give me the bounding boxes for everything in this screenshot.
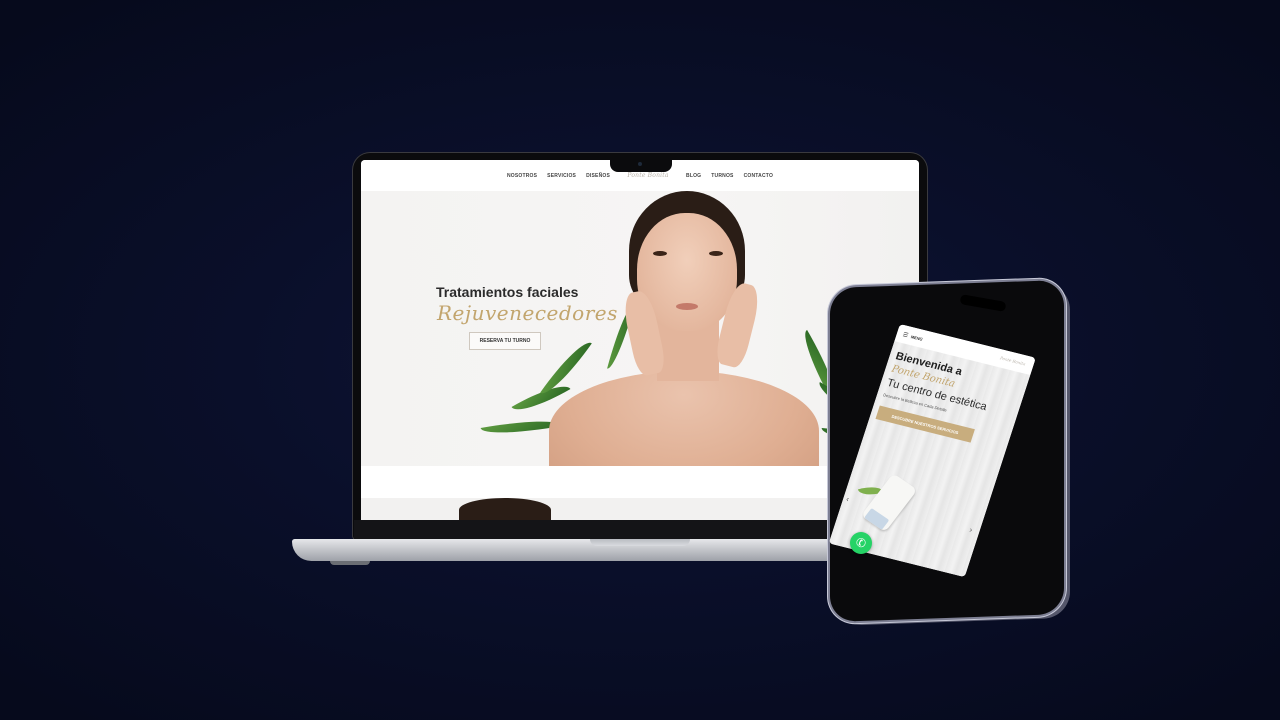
phone-menu-label[interactable]: MENÚ [910,334,923,342]
next-section-image [459,498,551,520]
discover-services-button[interactable]: DESCUBRE NUESTROS SERVICIOS [875,405,975,443]
nav-link-servicios[interactable]: SERVICIOS [547,173,576,179]
laptop-notch [610,158,672,172]
phone-device: ☰ MENÚ Ponte Bonita Bienvenida a Ponte B… [828,279,1064,623]
laptop-trackpad-notch [590,539,690,546]
carousel-prev-icon[interactable]: ‹ [845,494,850,503]
cream-tube-image [860,473,918,533]
nav-link-blog[interactable]: BLOG [686,173,701,179]
hero-script-title: Rejuvenecedores [437,301,618,325]
reserve-button[interactable]: RESERVA TU TURNO [469,332,541,350]
hero-title: Tratamientos faciales [436,284,579,300]
hamburger-icon[interactable]: ☰ [902,331,909,339]
cream-tube-cap [864,507,890,530]
hero-woman-lips [676,303,698,310]
laptop-foot [330,561,370,565]
phone-logo[interactable]: Ponte Bonita [999,355,1026,366]
camera-icon [638,162,642,166]
whatsapp-icon[interactable]: ✆ [850,532,872,554]
nav-link-contacto[interactable]: CONTACTO [744,173,773,179]
nav-link-disenos[interactable]: DISEÑOS [586,173,610,179]
nav-link-nosotros[interactable]: NOSOTROS [507,173,537,179]
nav-link-turnos[interactable]: TURNOS [711,173,733,179]
carousel-next-icon[interactable]: › [968,525,973,534]
hero-woman-eye [653,251,667,256]
site-logo[interactable]: Ponte Bonita [620,172,676,179]
hero-woman-eye [709,251,723,256]
